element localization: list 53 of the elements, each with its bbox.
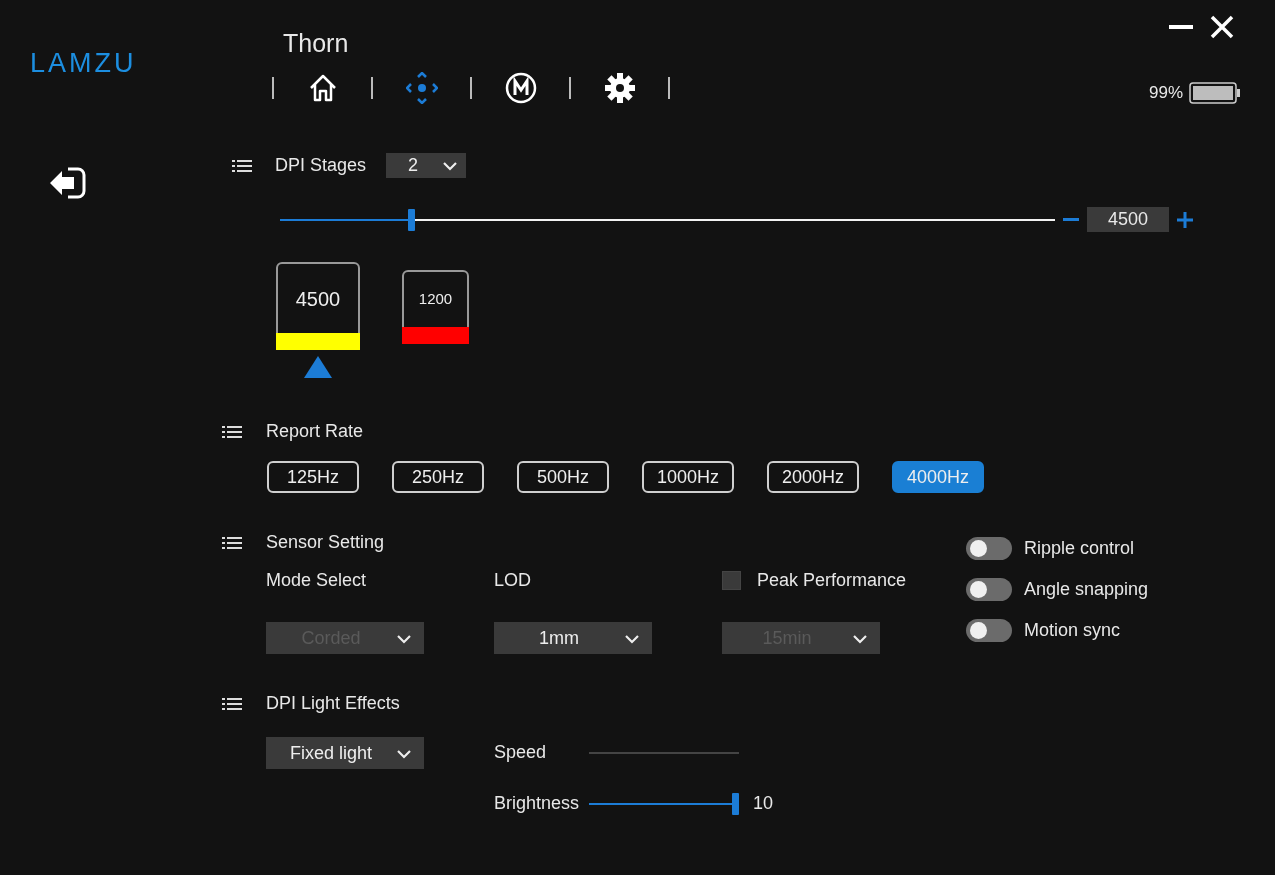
section-title: Sensor Setting xyxy=(266,531,385,554)
toggle-label: Ripple control xyxy=(1024,537,1135,560)
chevron-down-icon xyxy=(396,747,412,759)
slider-label: Brightness xyxy=(494,792,581,815)
device-name: Thorn xyxy=(283,28,349,58)
battery-icon xyxy=(1189,81,1241,104)
toggle-label: Angle snapping xyxy=(1024,578,1149,601)
dpi-slider[interactable] xyxy=(280,208,1055,231)
toggle-switch[interactable] xyxy=(966,578,1012,601)
battery-percentage: 99% xyxy=(1148,82,1183,104)
section-title: DPI Stages xyxy=(275,154,367,177)
field-label: LOD xyxy=(494,568,531,592)
chevron-down-icon xyxy=(442,160,459,171)
list-icon xyxy=(222,697,242,710)
chevron-down-icon xyxy=(396,632,412,644)
dpi-stage-card[interactable]: 4500 xyxy=(276,262,360,350)
settings-icon xyxy=(603,72,636,104)
slider-thumb[interactable] xyxy=(732,792,739,815)
stage-count-dropdown[interactable]: 2 xyxy=(386,153,467,178)
section-title: DPI Light Effects xyxy=(266,692,400,715)
list-icon xyxy=(232,159,252,172)
toggle-label: Motion sync xyxy=(1024,619,1121,642)
slider-label: Speed xyxy=(494,741,548,764)
crosshair-icon xyxy=(405,72,438,104)
list-icon xyxy=(222,425,242,438)
field-label: Mode Select xyxy=(266,568,367,592)
report-rate-button[interactable]: 125Hz xyxy=(267,461,359,493)
field-label: Peak Performance xyxy=(757,568,907,592)
list-icon xyxy=(222,536,242,549)
logo: LAMZU xyxy=(30,50,137,77)
section-title: Report Rate xyxy=(266,420,364,443)
brightness-value: 10 xyxy=(753,792,774,815)
report-rate-button[interactable]: 1000Hz xyxy=(642,461,734,493)
brightness-slider[interactable] xyxy=(589,792,739,815)
plus-icon[interactable] xyxy=(1177,211,1193,228)
toggle-switch[interactable] xyxy=(966,619,1012,642)
m-circle-icon xyxy=(504,72,537,104)
report-rate-button[interactable]: 2000Hz xyxy=(767,461,859,493)
light-effect-dropdown[interactable]: Fixed light xyxy=(266,737,424,769)
report-rate-button[interactable]: 250Hz xyxy=(392,461,484,493)
dropdown[interactable]: 1mm xyxy=(494,622,652,654)
chevron-down-icon xyxy=(852,632,868,644)
checkbox[interactable] xyxy=(722,570,741,590)
slider-thumb[interactable] xyxy=(407,208,415,231)
dpi-value-field[interactable]: 4500 xyxy=(1087,207,1169,232)
dpi-stage-card[interactable]: 1200 xyxy=(402,270,469,344)
report-rate-button[interactable]: 4000Hz xyxy=(892,461,984,493)
triangle-icon xyxy=(304,356,332,378)
close-icon[interactable] xyxy=(1209,14,1235,40)
chevron-down-icon xyxy=(624,632,640,644)
toggle-switch[interactable] xyxy=(966,537,1012,560)
exit-icon[interactable] xyxy=(48,165,88,201)
report-rate-button[interactable]: 500Hz xyxy=(517,461,609,493)
